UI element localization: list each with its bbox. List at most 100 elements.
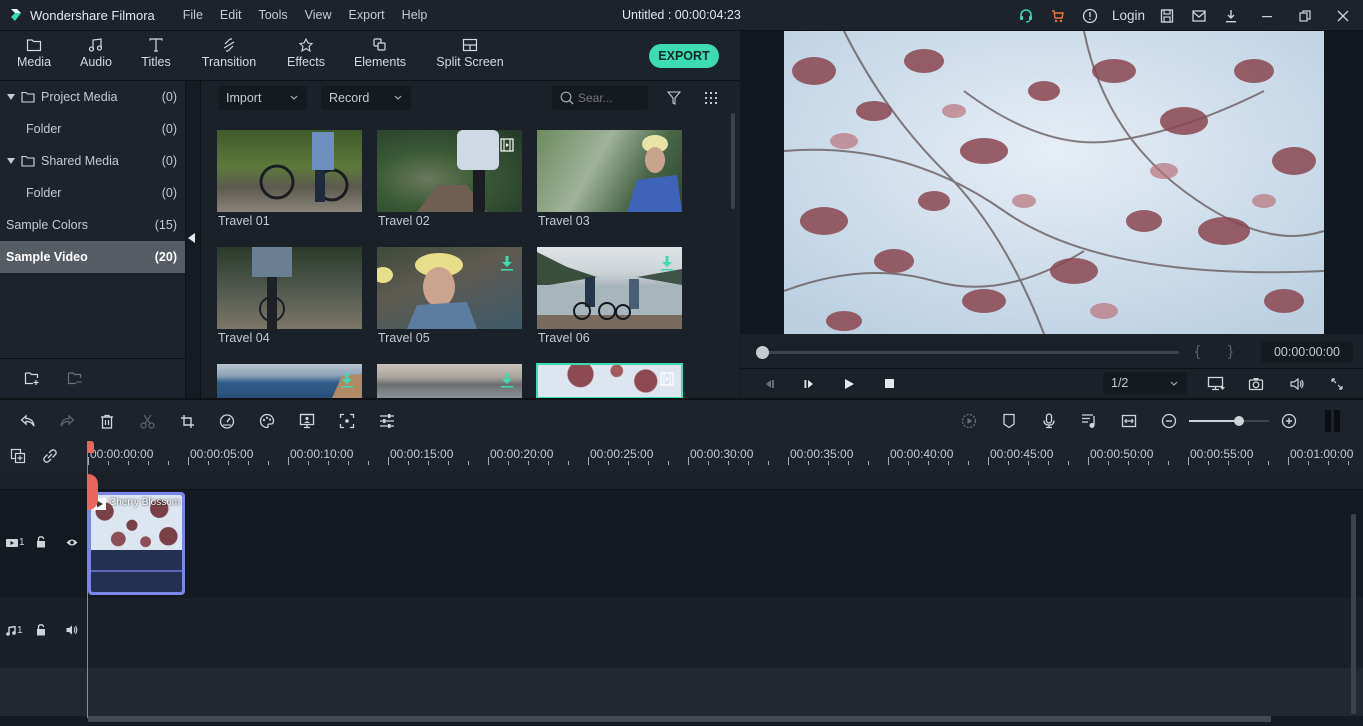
sidebar-item-project-folder[interactable]: Folder (0) [0, 113, 185, 145]
download-icon[interactable] [1215, 0, 1247, 31]
restore-icon[interactable] [1287, 0, 1323, 31]
tab-titles[interactable]: Titles [140, 31, 172, 81]
media-thumbnail-ocean[interactable] [217, 364, 362, 398]
marker-icon[interactable] [996, 408, 1022, 434]
delete-trash-icon[interactable] [94, 408, 120, 434]
media-scrollbar[interactable] [731, 113, 735, 209]
sidebar-item-shared-media[interactable]: Shared Media (0) [0, 145, 185, 177]
import-dropdown[interactable]: Import [218, 86, 307, 110]
menu-view[interactable]: View [305, 8, 332, 22]
stop-icon[interactable] [876, 369, 902, 398]
sidebar-item-shared-folder[interactable]: Folder (0) [0, 177, 185, 209]
sidebar-item-sample-video[interactable]: Sample Video (20) [0, 241, 185, 273]
media-thumbnail-travel-03[interactable] [537, 130, 682, 212]
new-folder-icon[interactable] [24, 371, 40, 385]
audio-mixer-icon[interactable] [1076, 408, 1102, 434]
search-box[interactable] [552, 86, 648, 110]
render-preview-icon[interactable] [956, 408, 982, 434]
save-icon[interactable] [1151, 0, 1183, 31]
timeline-vertical-scrollbar[interactable] [1351, 514, 1356, 714]
title-bar: Wondershare Filmora File Edit Tools View… [0, 0, 1363, 31]
adjust-sliders-icon[interactable] [374, 408, 400, 434]
export-button[interactable]: EXPORT [649, 44, 719, 68]
playback-quality-dropdown[interactable]: 1/2 [1103, 372, 1187, 394]
timeline-pause-icon[interactable] [1325, 410, 1341, 432]
speaker-mute-icon[interactable] [66, 625, 78, 635]
minimize-icon[interactable] [1247, 0, 1287, 31]
menu-file[interactable]: File [183, 8, 203, 22]
zoom-in-icon[interactable] [1276, 408, 1302, 434]
media-thumbnail-cherry-blossom[interactable] [536, 363, 683, 399]
stabilize-focus-icon[interactable] [334, 408, 360, 434]
record-dropdown[interactable]: Record [321, 86, 411, 110]
timeline-horizontal-scrollbar[interactable] [88, 716, 1271, 722]
lock-icon[interactable] [36, 536, 46, 548]
timeline-zoom-slider[interactable] [1189, 416, 1269, 426]
fit-timeline-icon[interactable] [1116, 408, 1142, 434]
collapse-sidebar-arrow-icon[interactable] [188, 233, 195, 243]
media-thumbnail-travel-02[interactable] [377, 130, 522, 212]
fullscreen-icon[interactable] [1324, 369, 1350, 398]
add-track-icon[interactable] [10, 448, 26, 464]
prev-frame-icon[interactable] [756, 369, 782, 398]
track-tools-area [0, 441, 88, 471]
playhead-handle[interactable] [87, 441, 94, 453]
preview-progress-knob[interactable] [756, 346, 769, 359]
timeline-clip-cherry-blossom[interactable]: Cherry Blossom [88, 492, 185, 595]
display-settings-icon[interactable] [1203, 369, 1229, 398]
sidebar-item-count: (0) [161, 154, 177, 168]
redo-icon[interactable] [54, 408, 80, 434]
volume-icon[interactable] [1284, 369, 1310, 398]
mail-icon[interactable] [1183, 0, 1215, 31]
timeline-ruler[interactable]: 00:00:00:00 00:00:05:00 00:00:10:00 00:00:1… [88, 441, 1363, 471]
preview-progress-track[interactable] [763, 351, 1179, 354]
tab-media[interactable]: Media [17, 31, 51, 81]
sidebar-item-project-media[interactable]: Project Media (0) [0, 81, 185, 113]
play-icon[interactable] [836, 369, 862, 398]
link-icon[interactable] [42, 448, 58, 464]
effects-icon [298, 38, 314, 52]
menu-edit[interactable]: Edit [220, 8, 242, 22]
zoom-out-icon[interactable] [1156, 408, 1182, 434]
login-button[interactable]: Login [1106, 8, 1151, 23]
timeline-zoom-knob[interactable] [1233, 416, 1244, 426]
menu-tools[interactable]: Tools [258, 8, 287, 22]
crop-icon[interactable] [174, 408, 200, 434]
speed-gauge-icon[interactable] [214, 408, 240, 434]
filter-icon[interactable] [667, 91, 681, 105]
delete-folder-icon[interactable] [67, 371, 83, 385]
color-palette-icon[interactable] [254, 408, 280, 434]
tab-audio[interactable]: Audio [78, 31, 114, 81]
close-icon[interactable] [1323, 0, 1363, 31]
tab-effects[interactable]: Effects [284, 31, 328, 81]
ruler-label: 00:00:50:00 [1090, 447, 1154, 461]
voiceover-mic-icon[interactable] [1036, 408, 1062, 434]
media-thumbnail-travel-01[interactable] [217, 130, 362, 212]
info-alert-icon[interactable] [1074, 0, 1106, 31]
next-frame-icon[interactable] [796, 369, 822, 398]
lock-icon[interactable] [36, 624, 46, 636]
snapshot-camera-icon[interactable] [1243, 369, 1269, 398]
green-screen-icon[interactable] [294, 408, 320, 434]
sidebar-item-sample-colors[interactable]: Sample Colors (15) [0, 209, 185, 241]
tab-transition[interactable]: Transition [200, 31, 258, 81]
menu-help[interactable]: Help [402, 8, 428, 22]
eye-visibility-icon[interactable] [66, 538, 78, 547]
search-input[interactable] [578, 91, 638, 105]
menu-export[interactable]: Export [349, 8, 385, 22]
tab-elements[interactable]: Elements [353, 31, 407, 81]
cut-scissors-icon[interactable] [134, 408, 160, 434]
playhead-scissor-handle[interactable] [87, 474, 98, 510]
mark-in-button[interactable]: { [1195, 343, 1200, 360]
grid-view-icon[interactable] [705, 92, 717, 104]
media-thumbnail-coast[interactable] [377, 364, 522, 398]
tab-split-screen[interactable]: Split Screen [436, 31, 504, 81]
media-thumbnail-travel-06[interactable] [537, 247, 682, 329]
cart-icon[interactable] [1042, 0, 1074, 31]
support-headset-icon[interactable] [1010, 0, 1042, 31]
undo-icon[interactable] [15, 408, 41, 434]
download-icon [501, 373, 513, 388]
media-thumbnail-travel-05[interactable] [377, 247, 522, 329]
media-thumbnail-travel-04[interactable] [217, 247, 362, 329]
mark-out-button[interactable]: } [1228, 343, 1233, 360]
